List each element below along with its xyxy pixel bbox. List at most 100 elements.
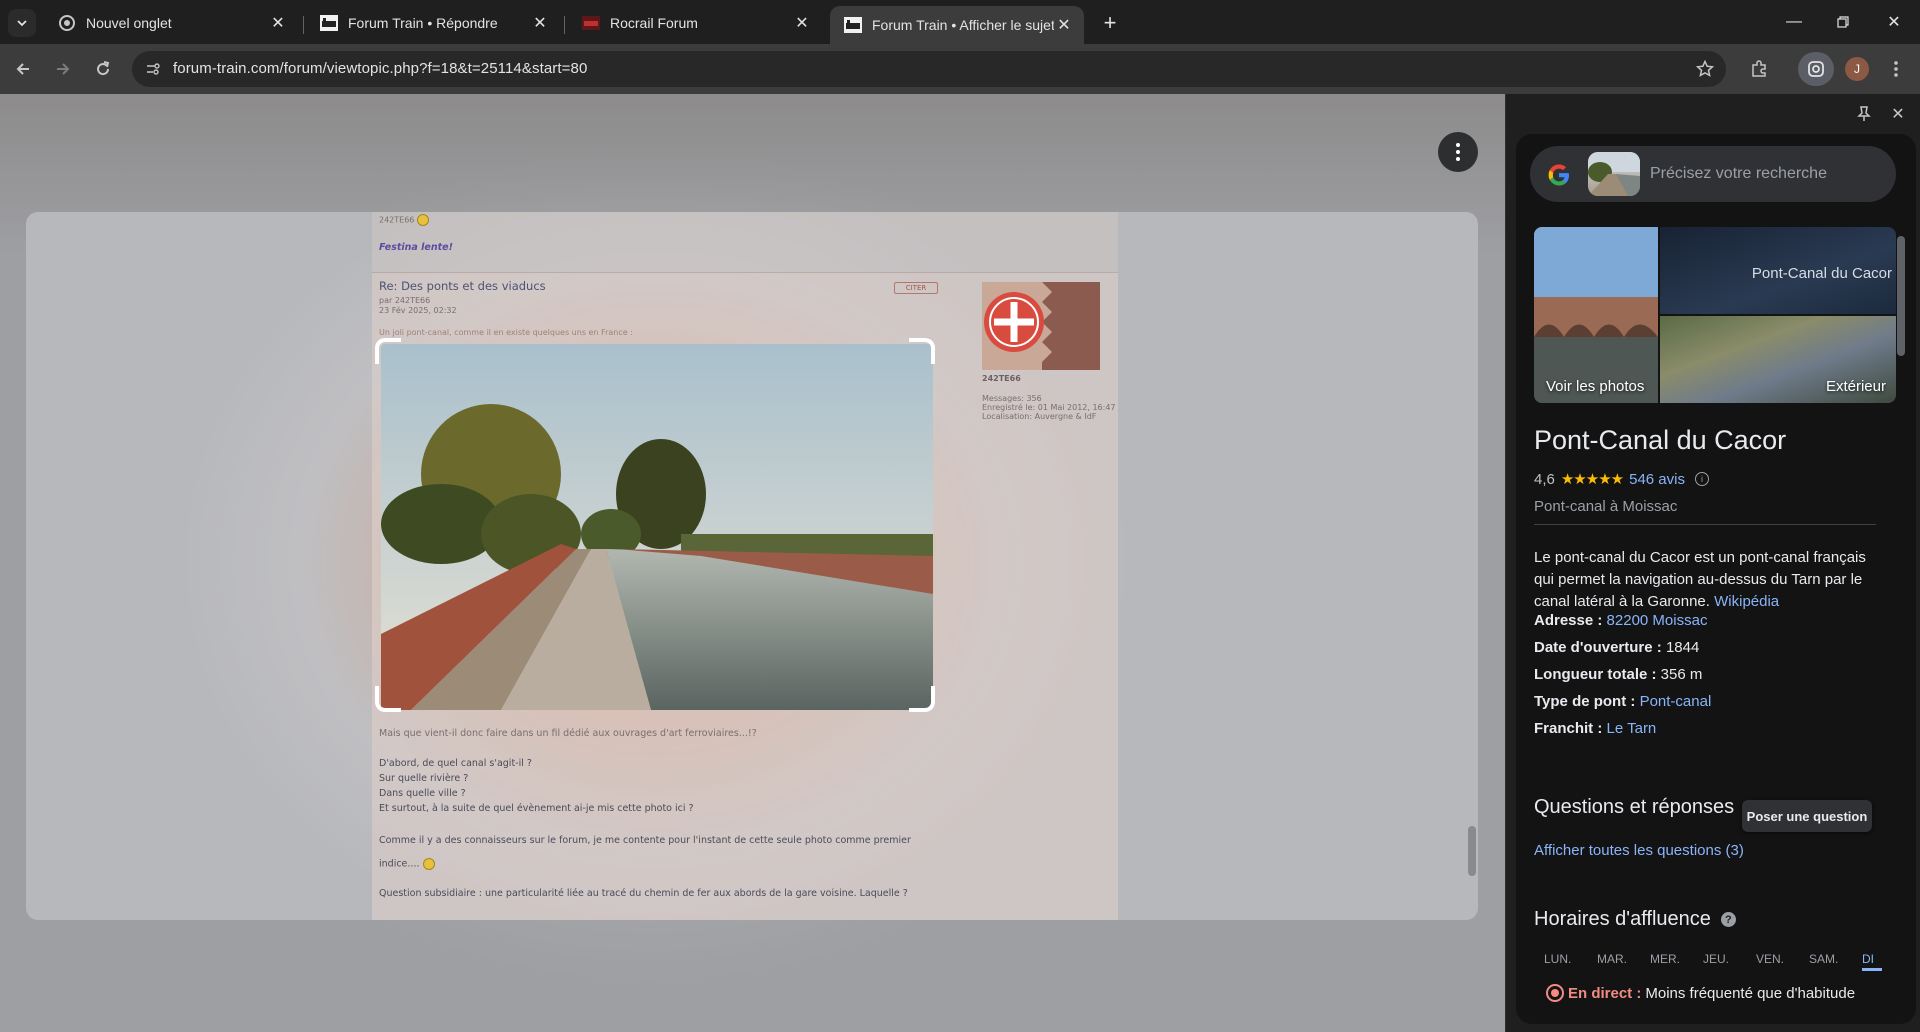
post-intro: Un joli pont-canal, comme il en existe q…: [379, 328, 633, 337]
fact-value-link[interactable]: Le Tarn: [1607, 720, 1657, 737]
reload-button[interactable]: [88, 54, 118, 84]
quote-button[interactable]: CITER: [894, 282, 938, 294]
browser-toolbar: forum-train.com/forum/viewtopic.php?f=18…: [0, 44, 1920, 94]
photo-overlay-title: Pont-Canal du Cacor: [1751, 265, 1892, 282]
close-icon[interactable]: ✕: [530, 13, 550, 33]
forward-button[interactable]: [48, 54, 78, 84]
window-close-button[interactable]: ✕: [1871, 0, 1917, 44]
all-questions-link[interactable]: Afficher toutes les questions (3): [1534, 842, 1744, 859]
url-text[interactable]: forum-train.com/forum/viewtopic.php?f=18…: [173, 60, 587, 77]
day-tab[interactable]: MER.: [1650, 952, 1703, 971]
fact-label: Adresse :: [1534, 612, 1603, 629]
side-panel-scrollbar-thumb[interactable]: [1897, 236, 1905, 356]
address-bar[interactable]: forum-train.com/forum/viewtopic.php?f=18…: [132, 51, 1726, 87]
fact-value-link[interactable]: Pont-canal: [1640, 693, 1712, 710]
info-icon[interactable]: i: [1694, 472, 1709, 486]
lens-icon: [1808, 61, 1824, 77]
page-scrollbar-thumb[interactable]: [1468, 826, 1476, 876]
day-tab[interactable]: VEN.: [1756, 952, 1809, 971]
tab-forum-repondre[interactable]: Forum Train • Répondre ✕: [306, 6, 560, 40]
plus-icon: +: [1103, 10, 1117, 35]
place-photo-main[interactable]: Voir les photos: [1534, 227, 1658, 403]
fact-label: Type de pont :: [1534, 693, 1636, 710]
day-tab[interactable]: JEU.: [1703, 952, 1756, 971]
chrome-icon: [58, 14, 76, 32]
close-panel-button[interactable]: ✕: [1886, 102, 1910, 126]
author-location: Localisation: Auvergne & IdF: [982, 412, 1097, 421]
popular-times-title: Horaires d'affluence ?: [1534, 908, 1736, 931]
fact-crosses: Franchit : Le Tarn: [1534, 720, 1656, 737]
lens-results-card: Précisez votre recherche Voir les photos…: [1516, 134, 1916, 1024]
pin-panel-button[interactable]: [1852, 102, 1876, 126]
post-body-line: Sur quelle rivière ?: [379, 773, 469, 784]
new-tab-button[interactable]: +: [1096, 9, 1124, 37]
reviews-link[interactable]: 546 avis: [1629, 471, 1685, 488]
post-body-line: Question subsidiaire : une particularité…: [379, 888, 908, 899]
forum-favicon-icon: [844, 16, 862, 34]
rating-stars-icon: ★★★★★: [1560, 471, 1624, 488]
tab-new-tab[interactable]: Nouvel onglet ✕: [44, 6, 298, 40]
tab-separator: [564, 16, 565, 34]
close-icon[interactable]: ✕: [1054, 15, 1074, 35]
restore-icon: [1837, 16, 1849, 28]
back-button[interactable]: [8, 54, 38, 84]
site-info-icon[interactable]: [142, 58, 164, 80]
lens-search-box[interactable]: Précisez votre recherche: [1530, 146, 1896, 202]
place-photo-exterior[interactable]: Extérieur: [1660, 316, 1896, 403]
divider: [1534, 524, 1876, 525]
chevron-down-icon: [17, 20, 27, 27]
lens-overlay-menu-button[interactable]: [1438, 132, 1478, 172]
post-author[interactable]: par 242TE66: [379, 296, 430, 305]
query-image-thumbnail[interactable]: [1588, 152, 1640, 196]
author-registered: Enregistré le: 01 Mai 2012, 16:47: [982, 403, 1116, 412]
selection-corner-handle[interactable]: [909, 338, 935, 364]
exterior-label[interactable]: Extérieur: [1826, 378, 1886, 395]
author-avatar[interactable]: [982, 282, 1100, 370]
author-name[interactable]: 242TE66: [982, 374, 1021, 383]
search-placeholder: Précisez votre recherche: [1650, 165, 1827, 182]
bookmark-star-icon[interactable]: [1694, 58, 1716, 80]
tab-forum-afficher-sujet[interactable]: Forum Train • Afficher le sujet - ✕: [830, 6, 1084, 44]
day-tab-selected[interactable]: DI: [1862, 952, 1882, 971]
minimize-button[interactable]: —: [1771, 0, 1817, 44]
puzzle-icon: [1752, 60, 1766, 77]
ask-question-button[interactable]: Poser une question: [1742, 800, 1872, 832]
fact-label: Longueur totale :: [1534, 666, 1657, 683]
help-icon[interactable]: ?: [1720, 912, 1736, 927]
selection-corner-handle[interactable]: [375, 338, 401, 364]
day-tab[interactable]: SAM.: [1809, 952, 1862, 971]
tab-search-button[interactable]: [8, 9, 36, 37]
day-tab[interactable]: LUN.: [1544, 952, 1597, 971]
extensions-button[interactable]: [1744, 54, 1774, 84]
prev-post-username: 242TE66: [379, 214, 429, 226]
place-description: Le pont-canal du Cacor est un pont-canal…: [1534, 547, 1879, 613]
photos-label[interactable]: Voir les photos: [1546, 378, 1644, 395]
day-tab[interactable]: MAR.: [1597, 952, 1650, 971]
fact-value: 1844: [1665, 639, 1700, 656]
restore-button[interactable]: [1820, 0, 1866, 44]
selected-photo[interactable]: [381, 344, 933, 710]
selection-corner-handle[interactable]: [909, 686, 935, 712]
close-icon[interactable]: ✕: [792, 13, 812, 33]
tab-rocrail-forum[interactable]: Rocrail Forum ✕: [568, 6, 822, 40]
fact-value-link[interactable]: 82200 Moissac: [1607, 612, 1708, 629]
post-body-line: D'abord, de quel canal s'agit-il ?: [379, 758, 532, 769]
place-title: Pont-Canal du Cacor: [1534, 425, 1787, 455]
tab-title: Nouvel onglet: [86, 15, 172, 31]
tab-separator: [303, 16, 304, 34]
dot: [1456, 157, 1460, 161]
selection-corner-handle[interactable]: [375, 686, 401, 712]
place-photo-top[interactable]: Pont-Canal du Cacor: [1660, 227, 1896, 314]
reload-icon: [97, 61, 110, 76]
close-icon[interactable]: ✕: [268, 13, 288, 33]
arrow-right-icon: [57, 63, 70, 75]
tab-title: Rocrail Forum: [610, 15, 698, 31]
google-logo-icon: [1548, 164, 1569, 186]
wikipedia-link[interactable]: Wikipédia: [1714, 593, 1779, 610]
browser-menu-button[interactable]: [1881, 54, 1911, 84]
profile-avatar[interactable]: J: [1845, 57, 1869, 81]
post-body-line-indice: indice....: [379, 858, 435, 870]
google-lens-button[interactable]: [1798, 52, 1834, 86]
post-title[interactable]: Re: Des ponts et des viaducs: [379, 279, 546, 293]
dot: [1456, 150, 1460, 154]
